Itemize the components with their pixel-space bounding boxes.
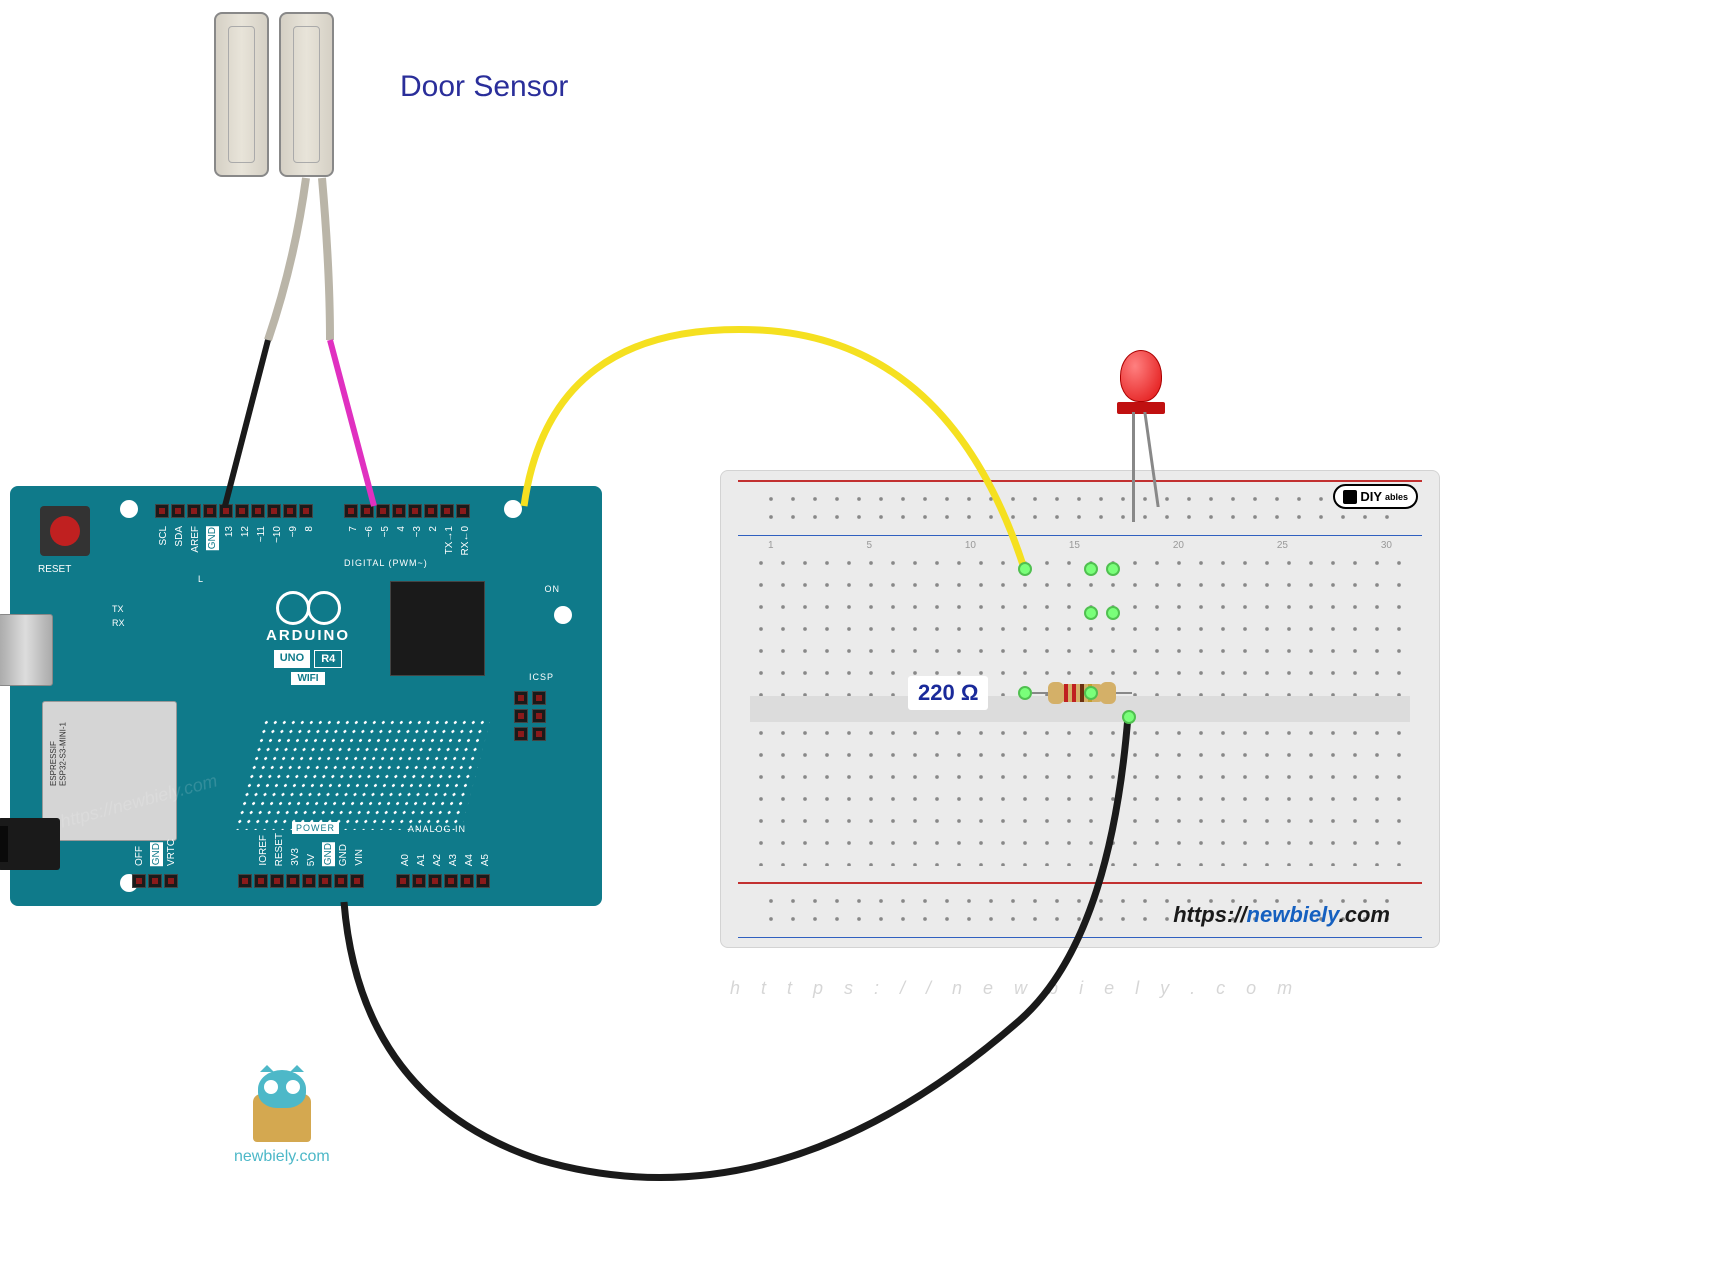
pin-label-10: ~10 bbox=[272, 526, 283, 543]
pin-label-scl: SCL bbox=[158, 526, 169, 545]
door-sensor-reed bbox=[279, 12, 334, 177]
pin-label-a2: A2 bbox=[432, 854, 443, 866]
pin-label-2: 2 bbox=[428, 526, 439, 532]
arduino-logo: ARDUINO UNO R4 WIFI bbox=[266, 591, 350, 686]
newbiely-logo: newbiely.com bbox=[234, 1070, 330, 1166]
model-r4: R4 bbox=[314, 650, 342, 668]
arduino-brand: ARDUINO bbox=[266, 627, 350, 644]
conn-resistor-left bbox=[1018, 686, 1032, 700]
pin-label-7: 7 bbox=[348, 526, 359, 532]
analog-header[interactable] bbox=[396, 874, 490, 888]
pin-label-5: ~5 bbox=[380, 526, 391, 537]
pin-label-a1: A1 bbox=[416, 854, 427, 866]
breadboard-column-numbers: 1 5 10 15 20 25 30 bbox=[768, 540, 1392, 551]
pin-label-a0: A0 bbox=[400, 854, 411, 866]
pin-label-gnd3: GND bbox=[322, 842, 335, 866]
pin-label-9: ~9 bbox=[288, 526, 299, 537]
pin-label-tx: TX→1 bbox=[444, 526, 455, 554]
power-header[interactable] bbox=[238, 874, 364, 888]
mount-hole bbox=[554, 606, 572, 624]
pin-label-gnd4: GND bbox=[338, 844, 349, 866]
conn-led-cathode-bb bbox=[1106, 562, 1120, 576]
diyables-logo: DIYables bbox=[1333, 484, 1418, 509]
pin-label-3: ~3 bbox=[412, 526, 423, 537]
pin-label-vrtc: VRTC bbox=[166, 839, 177, 866]
arduino-infinity-icon bbox=[276, 591, 341, 623]
usb-port[interactable] bbox=[0, 614, 53, 686]
icsp-header[interactable] bbox=[514, 691, 552, 749]
main-microcontroller bbox=[390, 581, 485, 676]
l-indicator: L bbox=[198, 574, 203, 584]
door-sensor-magnet bbox=[214, 12, 269, 177]
pin-label-12: 12 bbox=[240, 526, 251, 537]
on-label: ON bbox=[545, 584, 561, 594]
pin-label-a4: A4 bbox=[464, 854, 475, 866]
pin-label-5v: 5V bbox=[306, 854, 317, 866]
newbiely-text: newbiely.com bbox=[234, 1148, 330, 1166]
power-section-label: POWER bbox=[292, 822, 339, 834]
analog-section-label: ANALOG IN bbox=[408, 824, 466, 834]
digital-header-right[interactable] bbox=[344, 504, 470, 518]
tx-indicator: TX bbox=[112, 604, 124, 614]
resistor-label-box: 220 Ω bbox=[908, 676, 988, 710]
rx-indicator: RX bbox=[112, 618, 125, 628]
pin-label-sda: SDA bbox=[174, 526, 185, 547]
pin-label-rx: RX←0 bbox=[460, 526, 471, 555]
reset-label: RESET bbox=[38, 564, 71, 575]
reset-button[interactable] bbox=[40, 506, 90, 556]
led-bulb bbox=[1120, 350, 1162, 402]
pin-label-ioref: IOREF bbox=[258, 835, 269, 866]
led-anode bbox=[1132, 412, 1135, 522]
resistor-220ohm bbox=[1046, 684, 1118, 704]
icsp-label: ICSP bbox=[529, 672, 554, 682]
conn-led-anode-bb bbox=[1084, 562, 1098, 576]
pin-label-6: ~6 bbox=[364, 526, 375, 537]
model-uno: UNO bbox=[274, 650, 310, 668]
pin-label-gnd2: GND bbox=[150, 842, 163, 866]
pin-label-a3: A3 bbox=[448, 854, 459, 866]
conn-led-col bbox=[1084, 606, 1098, 620]
conn-led-col2 bbox=[1106, 606, 1120, 620]
door-sensor bbox=[214, 12, 334, 177]
pin-label-a5: A5 bbox=[480, 854, 491, 866]
esp-brand: ESPRESSIF bbox=[49, 741, 58, 786]
breadboard-top-rail[interactable] bbox=[750, 484, 1410, 532]
pin-label-gnd: GND bbox=[206, 526, 219, 550]
conn-gnd-bb bbox=[1122, 710, 1136, 724]
page-watermark: h t t p s : / / n e w b i e l y . c o m bbox=[730, 978, 1300, 999]
esp-model: ESP32-S3-MINI-1 bbox=[59, 722, 68, 786]
conn-yellow-bb bbox=[1018, 562, 1032, 576]
pin-label-11: ~11 bbox=[256, 526, 267, 542]
misc-header[interactable] bbox=[132, 874, 178, 888]
pin-label-reset: RESET bbox=[274, 833, 285, 866]
power-jack[interactable] bbox=[0, 818, 60, 870]
mount-hole bbox=[120, 500, 138, 518]
model-wifi: WIFI bbox=[291, 672, 324, 685]
esp32-module: ESPRESSIF ESP32-S3-MINI-1 bbox=[42, 701, 177, 841]
led-red bbox=[1120, 350, 1165, 414]
resistor-value: 220 Ω bbox=[918, 680, 978, 705]
pin-label-off: OFF bbox=[134, 846, 145, 866]
pin-label-4: 4 bbox=[396, 526, 407, 532]
mount-hole bbox=[504, 500, 522, 518]
conn-resistor-right bbox=[1084, 686, 1098, 700]
pin-label-8: 8 bbox=[304, 526, 315, 532]
pin-label-vin: VIN bbox=[354, 849, 365, 866]
pin-label-aref: AREF bbox=[190, 526, 201, 553]
door-sensor-label: Door Sensor bbox=[400, 70, 568, 104]
arduino-uno-r4-wifi: RESET SCL SDA AREF GND 13 12 ~11 ~10 ~9 … bbox=[10, 486, 602, 906]
breadboard: 1 5 10 15 20 25 30 DIYables https://newb… bbox=[720, 470, 1440, 948]
pin-label-3v3: 3V3 bbox=[290, 848, 301, 866]
breadboard-main[interactable] bbox=[750, 552, 1410, 866]
digital-header-left[interactable] bbox=[155, 504, 313, 518]
led-matrix bbox=[233, 718, 491, 830]
pin-label-13: 13 bbox=[224, 526, 235, 537]
breadboard-url: https://newbiely.com bbox=[1173, 902, 1390, 928]
digital-section-label: DIGITAL (PWM~) bbox=[344, 558, 428, 568]
